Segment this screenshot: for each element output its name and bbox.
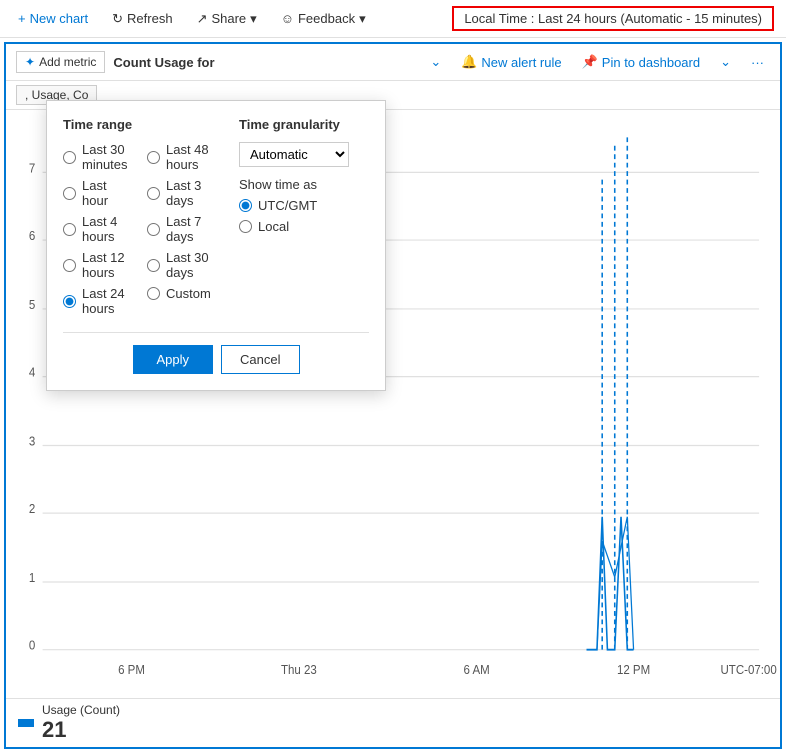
- cancel-button[interactable]: Cancel: [221, 345, 299, 374]
- new-chart-button[interactable]: + New chart: [12, 7, 94, 30]
- feedback-button[interactable]: ☺ Feedback ▾: [275, 7, 372, 31]
- svg-text:6 AM: 6 AM: [464, 662, 490, 677]
- share-icon: ↗: [197, 11, 208, 27]
- svg-text:4: 4: [29, 365, 35, 380]
- option-custom[interactable]: Custom: [147, 286, 219, 301]
- new-chart-label: New chart: [30, 11, 89, 26]
- ellipsis-icon: ···: [751, 55, 764, 70]
- apply-button[interactable]: Apply: [133, 345, 214, 374]
- pin-to-dashboard-button[interactable]: 📌 Pin to dashboard: [576, 50, 706, 74]
- chart-title: Count Usage for: [113, 55, 214, 70]
- main-content: ✦ Add metric Count Usage for ⌄ 🔔 New ale…: [4, 42, 782, 749]
- add-metric-label: Add metric: [39, 55, 96, 69]
- svg-text:0: 0: [29, 638, 35, 653]
- svg-text:12 PM: 12 PM: [617, 662, 650, 677]
- collapse-button[interactable]: ⌄: [424, 50, 447, 74]
- svg-text:2: 2: [29, 501, 35, 516]
- chart-toolbar: ✦ Add metric Count Usage for ⌄ 🔔 New ale…: [6, 44, 780, 81]
- chevron-down-icon-4: ⌄: [720, 54, 731, 70]
- refresh-button[interactable]: ↻ Refresh: [106, 7, 178, 31]
- time-range-title: Time range: [63, 117, 219, 132]
- option-utc-gmt[interactable]: UTC/GMT: [239, 198, 369, 213]
- option-last-24-hours[interactable]: Last 24 hours: [63, 286, 135, 316]
- popup-footer: Apply Cancel: [63, 332, 369, 374]
- sparkle-icon: ✦: [25, 55, 35, 69]
- option-last-30-minutes[interactable]: Last 30 minutes: [63, 142, 135, 172]
- option-last-12-hours[interactable]: Last 12 hours: [63, 250, 135, 280]
- plus-icon: +: [18, 11, 26, 26]
- refresh-label: Refresh: [127, 11, 173, 26]
- top-toolbar: + New chart ↻ Refresh ↗ Share ▾ ☺ Feedba…: [0, 0, 786, 38]
- pin-label: Pin to dashboard: [602, 55, 700, 70]
- option-last-30-days[interactable]: Last 30 days: [147, 250, 219, 280]
- svg-text:UTC-07:00: UTC-07:00: [721, 662, 777, 677]
- svg-text:6: 6: [29, 228, 35, 243]
- time-range-col1: Last 30 minutes Last hour Last 4 hours L…: [63, 142, 135, 316]
- more-button[interactable]: ⌄: [714, 50, 737, 74]
- svg-text:6 PM: 6 PM: [118, 662, 145, 677]
- chevron-down-icon-2: ▾: [359, 11, 366, 27]
- pin-icon: 📌: [582, 54, 598, 70]
- chart-toolbar-right: ⌄ 🔔 New alert rule 📌 Pin to dashboard ⌄ …: [424, 50, 770, 74]
- option-last-7-days[interactable]: Last 7 days: [147, 214, 219, 244]
- option-last-hour[interactable]: Last hour: [63, 178, 135, 208]
- legend-color-swatch: [18, 719, 34, 727]
- option-local[interactable]: Local: [239, 219, 369, 234]
- share-button[interactable]: ↗ Share ▾: [191, 7, 263, 31]
- time-range-options: Last 30 minutes Last hour Last 4 hours L…: [63, 142, 219, 316]
- time-range-section: Time range Last 30 minutes Last hour: [63, 117, 219, 316]
- alert-icon: 🔔: [461, 54, 477, 70]
- refresh-icon: ↻: [112, 11, 123, 27]
- ellipsis-button[interactable]: ···: [745, 51, 770, 74]
- svg-text:Thu 23: Thu 23: [281, 662, 317, 677]
- show-time-label: Show time as: [239, 177, 369, 192]
- time-display[interactable]: Local Time : Last 24 hours (Automatic - …: [452, 6, 774, 31]
- share-label: Share: [211, 11, 246, 26]
- chevron-down-icon-3: ⌄: [430, 54, 441, 70]
- time-range-col2: Last 48 hours Last 3 days Last 7 days La…: [147, 142, 219, 316]
- popup-container: Time range Last 30 minutes Last hour: [46, 100, 386, 391]
- add-metric-button[interactable]: ✦ Add metric: [16, 51, 105, 73]
- granularity-select[interactable]: Automatic 1 minute 5 minutes 15 minutes …: [239, 142, 349, 167]
- option-last-48-hours[interactable]: Last 48 hours: [147, 142, 219, 172]
- svg-text:1: 1: [29, 570, 35, 585]
- popup-inner: Time range Last 30 minutes Last hour: [63, 117, 369, 316]
- option-last-3-days[interactable]: Last 3 days: [147, 178, 219, 208]
- chart-legend: Usage (Count) 21: [6, 698, 780, 747]
- granularity-section: Time granularity Automatic 1 minute 5 mi…: [239, 117, 369, 316]
- svg-text:3: 3: [29, 434, 35, 449]
- option-last-4-hours[interactable]: Last 4 hours: [63, 214, 135, 244]
- feedback-label: Feedback: [298, 11, 355, 26]
- time-range-popup: Time range Last 30 minutes Last hour: [46, 100, 386, 391]
- svg-text:7: 7: [29, 161, 35, 176]
- new-alert-label: New alert rule: [481, 55, 561, 70]
- svg-text:5: 5: [29, 297, 35, 312]
- legend-label-text: Usage (Count) 21: [42, 703, 120, 743]
- granularity-title: Time granularity: [239, 117, 369, 132]
- new-alert-rule-button[interactable]: 🔔 New alert rule: [455, 50, 567, 74]
- show-time-options: UTC/GMT Local: [239, 198, 369, 234]
- feedback-icon: ☺: [281, 11, 294, 26]
- chevron-down-icon: ▾: [250, 11, 257, 27]
